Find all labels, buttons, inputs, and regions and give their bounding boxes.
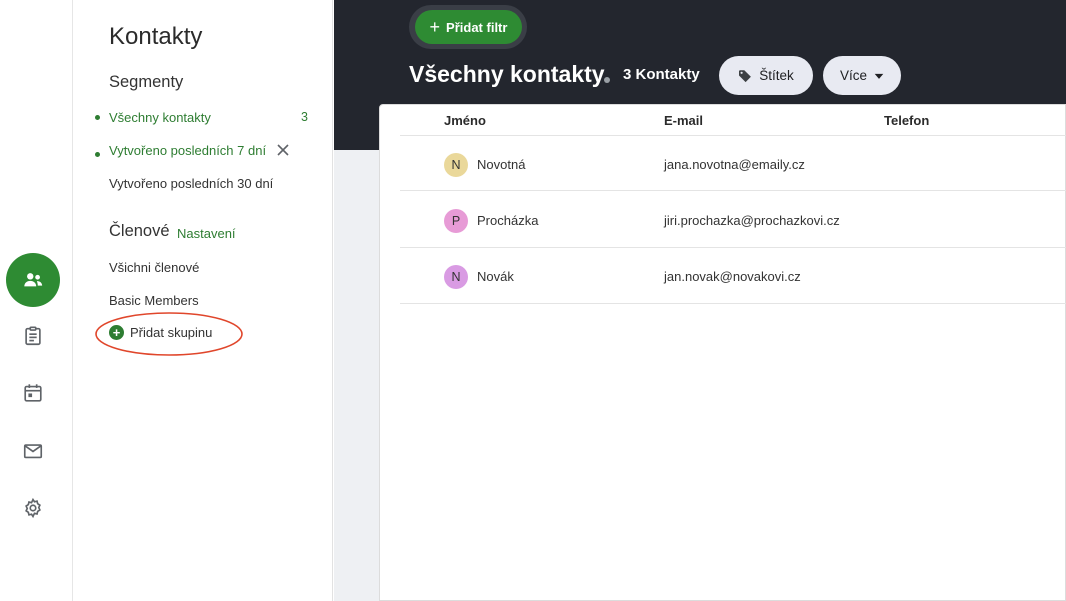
add-filter-button[interactable]: + Přidat filtr [415, 10, 522, 44]
active-dot [95, 152, 100, 157]
avatar: N [444, 153, 468, 177]
members-settings-link[interactable]: Nastavení [177, 226, 236, 241]
segment-all-contacts[interactable]: Všechny kontakty [109, 110, 211, 125]
members-heading: Členové [109, 222, 170, 240]
contact-email[interactable]: jana.novotna@emaily.cz [664, 157, 805, 172]
sidebar: Kontakty Segmenty Všechny kontakty 3 Vyt… [74, 0, 333, 601]
tag-button[interactable]: Štítek [719, 56, 813, 95]
group-all-members[interactable]: Všichni členové [109, 260, 199, 275]
avatar: P [444, 209, 468, 233]
group-basic-members[interactable]: Basic Members [109, 293, 199, 308]
table-row[interactable]: P Procházka jiri.prochazka@prochazkovi.c… [400, 192, 1066, 248]
rail-clipboard[interactable] [6, 309, 60, 363]
column-header-email[interactable]: E-mail [664, 113, 703, 128]
segment-count: 3 [301, 110, 308, 124]
contacts-table: Jméno E-mail Telefon N Novotná jana.novo… [379, 104, 1066, 601]
table-row[interactable]: N Novotná jana.novotna@emaily.cz [400, 135, 1066, 191]
calendar-icon [24, 384, 42, 402]
contact-email[interactable]: jiri.prochazka@prochazkovi.cz [664, 213, 840, 228]
icon-rail [0, 0, 73, 601]
gear-icon [25, 497, 41, 519]
close-icon[interactable] [276, 143, 290, 157]
column-header-phone[interactable]: Telefon [884, 113, 929, 128]
segment-last-30-days[interactable]: Vytvořeno posledních 30 dní [109, 176, 273, 191]
rail-calendar[interactable] [6, 366, 60, 420]
segment-last-7-days[interactable]: Vytvořeno posledních 7 dní [109, 143, 266, 158]
rail-contacts[interactable] [6, 253, 60, 307]
segments-heading: Segmenty [109, 73, 184, 91]
contacts-icon [24, 273, 43, 287]
tag-icon [739, 69, 752, 82]
page-title: Všechny kontakty [409, 61, 605, 87]
plus-icon: + [429, 17, 441, 37]
active-dot [95, 115, 100, 120]
more-button-label: Více [839, 68, 867, 83]
main-content: + Přidat filtr Všechny kontakty 3 Kontak… [334, 0, 1066, 601]
contact-name[interactable]: Novák [477, 269, 514, 284]
more-button[interactable]: Více [823, 56, 901, 95]
contact-name[interactable]: Procházka [477, 213, 538, 228]
rail-settings[interactable] [6, 481, 60, 535]
separator-dot [604, 77, 610, 83]
mail-icon [23, 444, 43, 459]
table-row[interactable]: N Novák jan.novak@novakovi.cz [400, 248, 1066, 304]
add-filter-label: Přidat filtr [446, 19, 508, 35]
annotation-oval [95, 312, 243, 356]
contact-name[interactable]: Novotná [477, 157, 525, 172]
column-header-name[interactable]: Jméno [444, 113, 486, 128]
tag-button-label: Štítek [759, 68, 794, 83]
sidebar-title: Kontakty [109, 23, 203, 50]
caret-down-icon [874, 73, 884, 79]
clipboard-icon [25, 326, 41, 346]
contacts-count: 3 Kontakty [623, 66, 700, 83]
rail-mail[interactable] [6, 424, 60, 478]
avatar: N [444, 265, 468, 289]
contact-email[interactable]: jan.novak@novakovi.cz [664, 269, 801, 284]
